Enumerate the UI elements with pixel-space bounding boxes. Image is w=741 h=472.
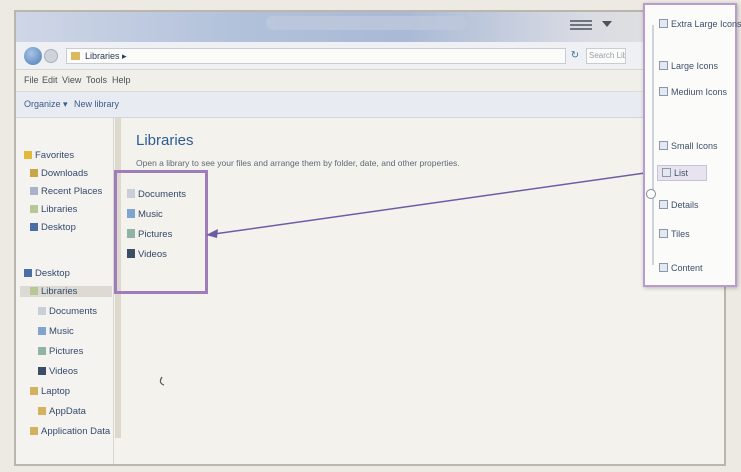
nav-laptop[interactable]: Laptop [30, 386, 70, 397]
nav-application-data[interactable]: Application Data [30, 426, 110, 437]
nav-pictures[interactable]: Pictures [38, 346, 83, 357]
explorer-window: Libraries ▸ ↻ Search Lib File Edit View … [14, 10, 726, 466]
new-library-button[interactable]: New library [74, 99, 119, 109]
folder-icon [38, 407, 46, 415]
library-item-documents[interactable]: Documents [127, 189, 186, 200]
content-icon [659, 263, 668, 272]
refresh-icon[interactable]: ↻ [568, 49, 582, 63]
documents-icon [38, 307, 46, 315]
view-slider-knob[interactable] [646, 189, 656, 199]
view-tiles[interactable]: Tiles [659, 229, 690, 239]
screenshot-stage: Libraries ▸ ↻ Search Lib File Edit View … [0, 0, 741, 472]
nav-music[interactable]: Music [38, 326, 74, 337]
user-folder-icon [30, 387, 38, 395]
nav-desktop[interactable]: Desktop [24, 268, 70, 279]
pictures-icon [38, 347, 46, 355]
more-options-chevron-icon[interactable] [602, 21, 612, 27]
menu-file[interactable]: File [24, 75, 39, 85]
pictures-icon [127, 229, 135, 238]
extra-large-icons-icon [659, 19, 668, 28]
libraries-icon [30, 287, 38, 295]
page-title: Libraries [136, 132, 194, 149]
folder-icon [30, 427, 38, 435]
view-menu-panel: Extra Large Icons Large Icons Medium Ico… [643, 3, 741, 287]
view-details[interactable]: Details [659, 200, 699, 210]
nav-desktop-fav[interactable]: Desktop [30, 222, 76, 233]
details-icon [659, 200, 668, 209]
nav-libraries[interactable]: Libraries [20, 286, 112, 297]
view-extra-large-icons[interactable]: Extra Large Icons [659, 19, 741, 29]
nav-recent-places[interactable]: Recent Places [30, 186, 102, 197]
menu-tools[interactable]: Tools [86, 75, 107, 85]
nav-downloads[interactable]: Downloads [30, 168, 88, 179]
tiles-icon [659, 229, 668, 238]
nav-libraries-fav[interactable]: Libraries [30, 204, 77, 215]
change-view-icon[interactable] [570, 18, 592, 34]
videos-icon [127, 249, 135, 258]
address-row: Libraries ▸ ↻ Search Lib [16, 42, 724, 70]
documents-icon [127, 189, 135, 198]
nav-appdata[interactable]: AppData [38, 406, 86, 417]
library-list-highlight: Documents Music Pictures Videos [114, 170, 208, 294]
menu-bar: File Edit View Tools Help [16, 70, 724, 92]
command-bar: Organize ▾ New library [16, 92, 724, 118]
music-icon [38, 327, 46, 335]
desktop-icon [30, 223, 38, 231]
nav-documents[interactable]: Documents [38, 306, 97, 317]
nav-favorites[interactable]: Favorites [24, 150, 74, 161]
address-bar[interactable]: Libraries ▸ [66, 48, 566, 64]
breadcrumb-libraries[interactable]: Libraries [85, 51, 120, 61]
back-button[interactable] [24, 47, 42, 65]
title-bar [16, 12, 724, 42]
videos-icon [38, 367, 46, 375]
list-icon [662, 168, 671, 177]
content-area: Libraries Open a library to see your fil… [114, 118, 644, 464]
library-item-videos[interactable]: Videos [127, 249, 167, 260]
breadcrumb[interactable]: Libraries ▸ [85, 51, 127, 62]
library-item-pictures[interactable]: Pictures [127, 229, 172, 240]
forward-button[interactable] [44, 49, 58, 63]
music-icon [127, 209, 135, 218]
large-icons-icon [659, 61, 668, 70]
recent-places-icon [30, 187, 38, 195]
folder-icon [71, 52, 80, 60]
library-item-music[interactable]: Music [127, 209, 163, 220]
small-icons-icon [659, 141, 668, 150]
libraries-icon [30, 205, 38, 213]
downloads-icon [30, 169, 38, 177]
page-subtitle: Open a library to see your files and arr… [136, 158, 460, 168]
view-small-icons[interactable]: Small Icons [659, 141, 718, 151]
organize-button[interactable]: Organize ▾ [24, 99, 68, 110]
view-large-icons[interactable]: Large Icons [659, 61, 718, 71]
view-medium-icons[interactable]: Medium Icons [659, 87, 727, 97]
star-icon [24, 151, 32, 159]
view-content[interactable]: Content [659, 263, 703, 273]
title-bar-glow [266, 16, 466, 30]
view-list[interactable]: List [657, 165, 708, 181]
desktop-icon [24, 269, 32, 277]
nav-videos[interactable]: Videos [38, 366, 78, 377]
view-slider-track[interactable] [646, 25, 656, 265]
menu-help[interactable]: Help [112, 75, 131, 85]
menu-edit[interactable]: Edit [42, 75, 58, 85]
medium-icons-icon [659, 87, 668, 96]
search-input[interactable]: Search Lib [586, 48, 626, 64]
menu-view[interactable]: View [62, 75, 81, 85]
navigation-pane: Favorites Downloads Recent Places Librar… [16, 118, 121, 464]
